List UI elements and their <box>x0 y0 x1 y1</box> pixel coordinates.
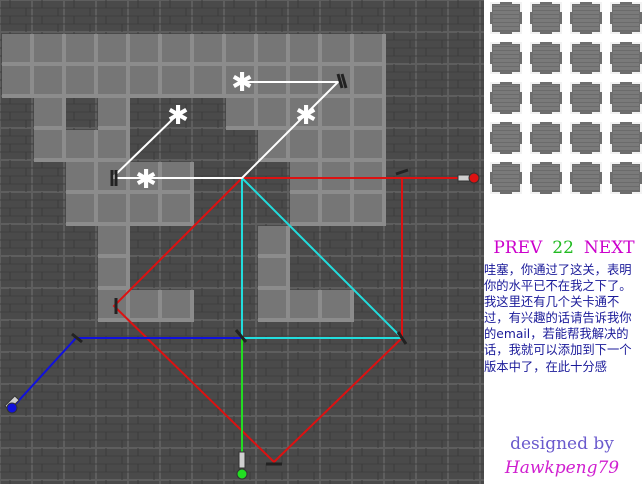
board-svg: ✱ ✱ ✱ ✱ <box>0 0 484 484</box>
level-nav: PREV 22 NEXT <box>484 236 644 260</box>
congrats-message: 哇塞，你通过了这关，表明你的水平已不在我之下了。我这里还有几个关卡通不过，有兴趣… <box>484 263 632 374</box>
palette-slot[interactable] <box>530 2 562 34</box>
palette-slot[interactable] <box>490 162 522 194</box>
svg-text:✱: ✱ <box>231 68 253 98</box>
palette-slot[interactable] <box>570 122 602 154</box>
credit-author: Hawkpeng79 <box>504 458 620 478</box>
palette-slot[interactable] <box>530 122 562 154</box>
svg-text:✱: ✱ <box>167 101 189 131</box>
palette-slot[interactable] <box>610 122 642 154</box>
palette-slot[interactable] <box>570 2 602 34</box>
credit-designed-by: designed by <box>510 434 614 454</box>
palette-slot[interactable] <box>610 42 642 74</box>
svg-text:✱: ✱ <box>295 101 317 131</box>
palette-slot[interactable] <box>570 82 602 114</box>
palette-slot[interactable] <box>610 2 642 34</box>
level-number: 22 <box>552 238 574 258</box>
svg-text:✱: ✱ <box>135 165 157 195</box>
next-button[interactable]: NEXT <box>584 238 635 258</box>
prev-button[interactable]: PREV <box>493 238 542 258</box>
palette-slot[interactable] <box>490 82 522 114</box>
palette-slot[interactable] <box>610 82 642 114</box>
palette-slot[interactable] <box>570 42 602 74</box>
palette-slot[interactable] <box>570 162 602 194</box>
game-board[interactable]: ✱ ✱ ✱ ✱ <box>0 0 484 484</box>
palette-slot[interactable] <box>490 122 522 154</box>
piece-palette <box>484 0 644 236</box>
side-panel: PREV 22 NEXT 哇塞，你通过了这关，表明你的水平已不在我之下了。我这里… <box>484 0 644 484</box>
palette-slot[interactable] <box>610 162 642 194</box>
palette-slot[interactable] <box>490 42 522 74</box>
palette-slot[interactable] <box>530 42 562 74</box>
palette-slot[interactable] <box>530 82 562 114</box>
palette-slot[interactable] <box>490 2 522 34</box>
palette-slot[interactable] <box>530 162 562 194</box>
